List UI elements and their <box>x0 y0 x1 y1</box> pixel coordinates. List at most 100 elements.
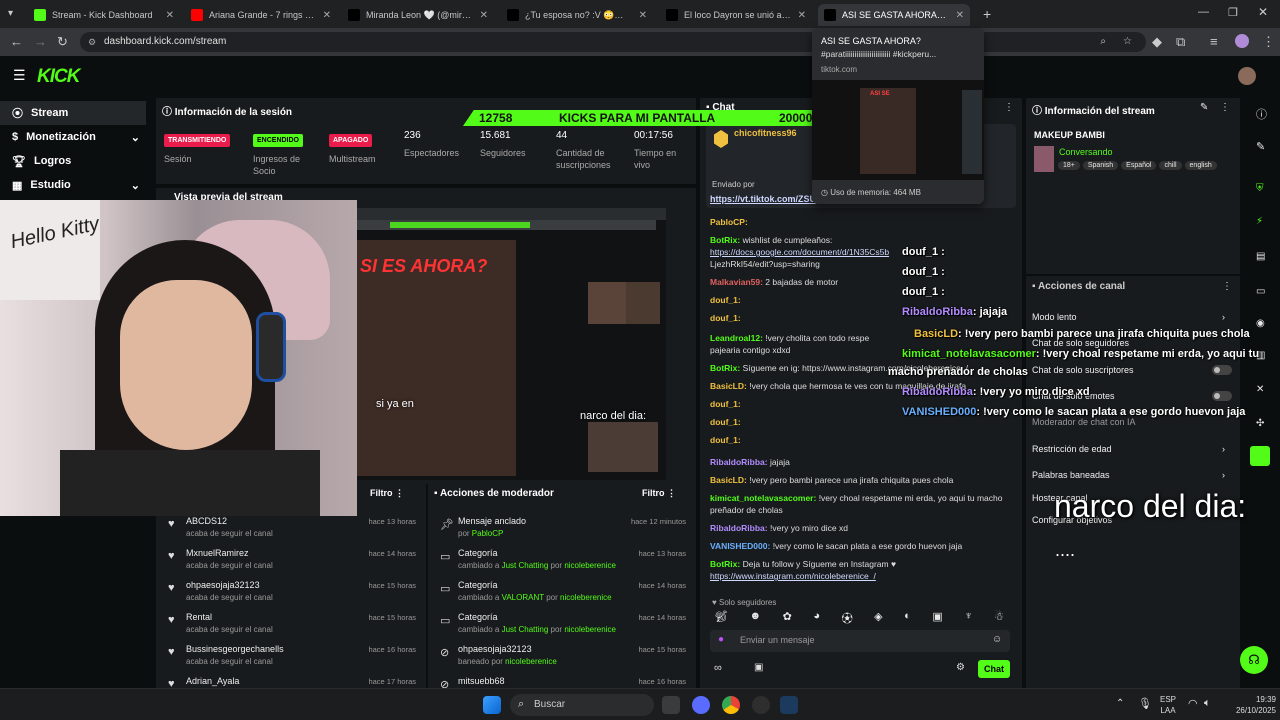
mod-filter-button[interactable]: Filtro ⋮ <box>642 488 676 499</box>
follower-row[interactable]: ♥ ABCDS12 acaba de seguir el canal hace 13 … <box>156 514 426 544</box>
steam-icon[interactable] <box>780 696 798 714</box>
chat-username[interactable]: BotRix: <box>710 363 740 373</box>
gift-icon[interactable]: ▣ <box>754 662 763 673</box>
menu-kebab-icon[interactable]: ⋮ <box>1262 34 1275 50</box>
emote-icon[interactable]: ◕ <box>813 610 820 626</box>
kick-logo[interactable]: KICK <box>37 66 80 88</box>
emote-icon[interactable]: ◐ <box>904 610 911 626</box>
new-tab-button[interactable]: + <box>983 6 991 22</box>
chat-username[interactable]: VANISHED000: <box>710 541 770 551</box>
followers-filter-button[interactable]: Filtro ⋮ <box>370 488 404 499</box>
browser-tab[interactable]: Ariana Grande - 7 rings (Official ✕ <box>185 4 337 26</box>
discord-icon[interactable] <box>692 696 710 714</box>
pinned-link[interactable]: https://vt.tiktok.com/ZSU <box>710 194 816 204</box>
infinity-icon[interactable]: ∞ <box>714 662 722 674</box>
chat-username[interactable]: kimicat_notelavasacomer: <box>710 493 816 503</box>
mod-action-row[interactable]: 📌︎ Mensaje anclado por PabloCP hace 12 minu… <box>428 514 696 544</box>
browser-tab[interactable]: El loco Dayron se unió a los sal ✕ <box>660 4 812 26</box>
bookmark-star-icon[interactable]: ☆ <box>1123 32 1132 52</box>
chevron-up-icon[interactable]: ⌃ <box>1116 698 1124 709</box>
browser-tab[interactable]: Miranda Leon 🤍 (@mirandita ✕ <box>342 4 494 26</box>
mod-action-row[interactable]: ▭ Categoría cambiado a VALORANT por nicole… <box>428 578 696 608</box>
sidebar-item-stream[interactable]: ⦿ Stream <box>0 101 146 125</box>
chat-username[interactable]: douf_1: <box>710 313 741 323</box>
follower-row[interactable]: ♥ Rental acaba de seguir el canal hace 15 h… <box>156 610 426 640</box>
follower-row[interactable]: ♥ MxnuelRamirez acaba de seguir el canal ha… <box>156 546 426 576</box>
shield-icon[interactable]: ⛨ <box>1256 183 1264 194</box>
setting-age-restriction[interactable]: Restricción de edad › <box>1032 444 1232 454</box>
follower-row[interactable]: ♥ Bussinesgeorgechanells acaba de seguir e… <box>156 642 426 672</box>
follower-row[interactable]: ♥ ohpaesojaja32123 acaba de seguir el cana… <box>156 578 426 608</box>
obs-icon[interactable] <box>752 696 770 714</box>
green-app-icon[interactable] <box>1250 446 1270 466</box>
emoji-icon[interactable]: ☺ <box>992 634 1002 645</box>
forward-icon[interactable]: → <box>34 34 47 49</box>
mic-icon[interactable]: ● <box>718 634 724 645</box>
chat-username[interactable]: douf_1: <box>710 399 741 409</box>
media-controls-icon[interactable]: ≡ <box>1210 34 1218 49</box>
chat-input[interactable]: ● Enviar un mensaje ☺ <box>710 630 1010 652</box>
edit-pencil-icon[interactable]: ✎ <box>1256 140 1265 153</box>
chat-username[interactable]: BotRix: <box>710 235 740 245</box>
emote-icon[interactable]: 🐒︎ <box>714 610 728 626</box>
bolt-icon[interactable]: ⚡︎ <box>1256 216 1263 227</box>
sidebar-item-monetizacion[interactable]: $ Monetización ⌄ <box>0 125 146 149</box>
chat-text[interactable]: https://docs.google.com/document/d/1N35C… <box>710 247 889 257</box>
profile-avatar[interactable] <box>1235 34 1249 48</box>
emote-icon[interactable]: ▣ <box>932 610 942 626</box>
maximize-icon[interactable]: ❐ <box>1228 6 1238 19</box>
close-tab-icon[interactable]: ✕ <box>480 10 488 21</box>
mod-action-row[interactable]: ⊘ ohpaesojaja32123 baneado por nicoleberen… <box>428 642 696 672</box>
emote-icon[interactable]: ◈ <box>874 610 882 626</box>
clock[interactable]: 19:39 26/10/2025 <box>1218 694 1276 716</box>
reload-icon[interactable]: ↻ <box>57 34 68 50</box>
tab-search-icon[interactable]: ▾ <box>8 8 13 19</box>
browser-tab[interactable]: ASI SE GASTA AHORA? #parati ✕ <box>818 4 970 26</box>
emote-icon[interactable]: ♆ <box>964 610 972 626</box>
close-tab-icon[interactable]: ✕ <box>166 10 174 21</box>
mod-action-row[interactable]: ▭ Categoría cambiado a Just Chatting por n… <box>428 610 696 640</box>
site-info-icon[interactable]: ⚙ <box>88 32 96 52</box>
taskbar-search[interactable]: ⌕ Buscar <box>510 694 654 716</box>
kebab-icon[interactable]: ⋮ <box>1220 102 1230 113</box>
task-view-icon[interactable] <box>662 696 680 714</box>
chat-username[interactable]: BotRix: <box>710 559 740 569</box>
chat-text[interactable]: https://www.instagram.com/nicoleberenice… <box>710 571 876 581</box>
minimize-icon[interactable]: — <box>1198 6 1209 18</box>
extensions-icon[interactable]: ⧉ <box>1176 34 1185 50</box>
stream-preview-video[interactable]: SI ES AHORA? si ya en narco del dia: <box>356 208 666 480</box>
chat-username[interactable]: BasicLD: <box>710 381 747 391</box>
close-tab-icon[interactable]: ✕ <box>639 10 647 21</box>
settings-gear-icon[interactable]: ⚙ <box>956 662 965 673</box>
url-field[interactable]: ⚙ dashboard.kick.com/stream ⌕ ☆ <box>80 32 1146 52</box>
mod-action-row[interactable]: ⊘ mitsuebb68 hace 16 horas <box>428 674 696 688</box>
microphone-icon[interactable]: 🎙︎ <box>1138 697 1152 710</box>
chat-username[interactable]: douf_1: <box>710 295 741 305</box>
chat-send-button[interactable]: Chat <box>978 660 1010 678</box>
emote-icon[interactable]: ☻ <box>750 610 762 626</box>
windows-start-icon[interactable] <box>483 696 501 714</box>
support-headset-icon[interactable]: ☊ <box>1240 646 1268 674</box>
emote-icon[interactable]: ☃ <box>994 610 1004 626</box>
sidebar-item-logros[interactable]: 🏆︎ Logros <box>0 149 146 173</box>
stream-category[interactable]: Conversando <box>1059 147 1113 157</box>
close-tab-icon[interactable]: ✕ <box>323 10 331 21</box>
chat-username[interactable]: douf_1: <box>710 417 741 427</box>
browser-tab[interactable]: Stream - Kick Dashboard ✕ <box>28 4 180 26</box>
close-tab-icon[interactable]: ✕ <box>956 10 964 21</box>
wifi-icon[interactable]: ◠ <box>1188 697 1198 710</box>
follower-row[interactable]: ♥ Adrian_Ayala hace 17 horas <box>156 674 426 688</box>
emote-icon[interactable]: ✿ <box>783 610 792 626</box>
user-avatar[interactable] <box>1238 67 1256 85</box>
zoom-icon[interactable]: ⌕ <box>1100 32 1106 52</box>
back-icon[interactable]: ← <box>10 34 23 49</box>
browser-tab[interactable]: ¿Tu esposa no? :V 😳💀 #king ✕ <box>501 4 653 26</box>
chat-username[interactable]: Leandroal12: <box>710 333 763 343</box>
edit-pencil-icon[interactable]: ✎ <box>1200 102 1208 113</box>
emote-icon[interactable]: ⚽︎ <box>842 610 853 626</box>
setting-banned-words[interactable]: Palabras baneadas › <box>1032 470 1232 480</box>
info-icon[interactable]: ⓘ <box>1256 106 1267 122</box>
chat-kebab-icon[interactable]: ⋮ <box>1004 102 1014 113</box>
chat-username[interactable]: PabloCP: <box>710 217 748 227</box>
chat-username[interactable]: RibaldoRibba: <box>710 457 768 467</box>
